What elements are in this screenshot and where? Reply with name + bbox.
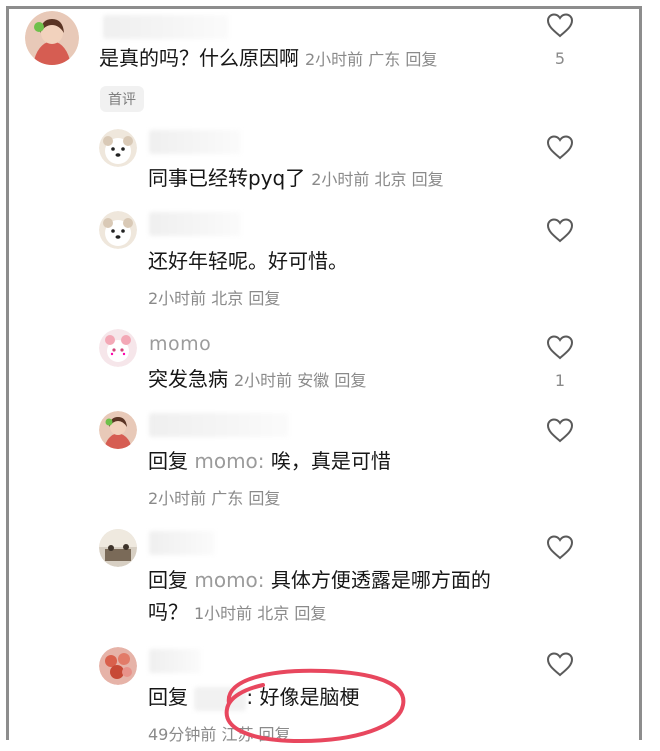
- like-count: 5: [554, 49, 566, 68]
- comment-text: 回复 momo: 具体方便透露是哪方面的: [148, 566, 491, 594]
- annotation-circle: [224, 668, 406, 744]
- comment-text-line2: 吗？ 1小时前 北京 回复: [148, 598, 326, 628]
- like-button[interactable]: [543, 650, 577, 682]
- heart-outline-icon[interactable]: [545, 333, 575, 361]
- username[interactable]: momo: [149, 333, 211, 355]
- comment-meta[interactable]: 2小时前 北京 回复: [148, 285, 280, 309]
- reply-prefix: 回复: [148, 568, 188, 592]
- comment-body: 是真的吗？什么原因啊: [99, 46, 299, 70]
- comment-body: 还好年轻呢。好可惜。: [148, 249, 348, 273]
- like-button[interactable]: [543, 416, 577, 448]
- avatar[interactable]: [99, 529, 137, 567]
- like-button[interactable]: [543, 133, 577, 165]
- username-masked: [149, 130, 241, 154]
- heart-outline-icon[interactable]: [545, 133, 575, 161]
- avatar[interactable]: [99, 211, 137, 249]
- reply-to-username[interactable]: momo:: [194, 449, 264, 473]
- first-comment-badge: 首评: [100, 86, 144, 112]
- avatar[interactable]: [99, 411, 137, 449]
- comment-body: 吗？: [148, 600, 188, 624]
- username-masked: [149, 212, 241, 236]
- avatar[interactable]: [99, 647, 137, 685]
- heart-outline-icon[interactable]: [545, 533, 575, 561]
- comment-text: 突发急病 2小时前 安徽 回复: [148, 365, 366, 395]
- username-masked: [103, 15, 229, 39]
- heart-outline-icon[interactable]: [545, 416, 575, 444]
- reply-prefix: 回复: [148, 449, 188, 473]
- heart-outline-icon[interactable]: [545, 650, 575, 678]
- comment-body: 具体方便透露是哪方面的: [270, 568, 491, 592]
- like-button[interactable]: 1: [543, 333, 577, 390]
- comment-meta[interactable]: 2小时前 广东 回复: [305, 50, 437, 69]
- heart-outline-icon[interactable]: [545, 216, 575, 244]
- username-masked: [149, 531, 215, 555]
- avatar[interactable]: [99, 129, 137, 167]
- avatar[interactable]: [99, 329, 137, 367]
- like-button[interactable]: [543, 216, 577, 248]
- comment-meta[interactable]: 2小时前 北京 回复: [311, 170, 443, 189]
- username-masked: [149, 649, 201, 673]
- heart-outline-icon[interactable]: [545, 11, 575, 39]
- comment-meta[interactable]: 2小时前 安徽 回复: [234, 371, 366, 390]
- comment-body: 唉，真是可惜: [270, 449, 391, 473]
- username-masked: [149, 413, 289, 437]
- avatar[interactable]: [25, 11, 79, 65]
- comment-meta[interactable]: 2小时前 广东 回复: [148, 485, 280, 509]
- comment-text: 还好年轻呢。好可惜。: [148, 247, 348, 275]
- comment-text: 是真的吗？什么原因啊 2小时前 广东 回复: [99, 44, 437, 74]
- reply-to-username[interactable]: momo:: [194, 568, 264, 592]
- screenshot-frame: 是真的吗？什么原因啊 2小时前 广东 回复 首评 5 同事已经转pyq了 2小时前: [6, 6, 642, 744]
- comment-text: 回复 momo: 唉，真是可惜: [148, 447, 391, 475]
- reply-prefix: 回复: [148, 685, 188, 709]
- comment-text: 同事已经转pyq了 2小时前 北京 回复: [148, 164, 444, 194]
- comment-meta[interactable]: 1小时前 北京 回复: [194, 604, 326, 623]
- like-button[interactable]: 5: [543, 11, 577, 68]
- comment-body: 突发急病: [148, 367, 228, 391]
- like-button[interactable]: [543, 533, 577, 565]
- comment-body: 同事已经转pyq了: [148, 166, 306, 190]
- like-count: 1: [554, 371, 566, 390]
